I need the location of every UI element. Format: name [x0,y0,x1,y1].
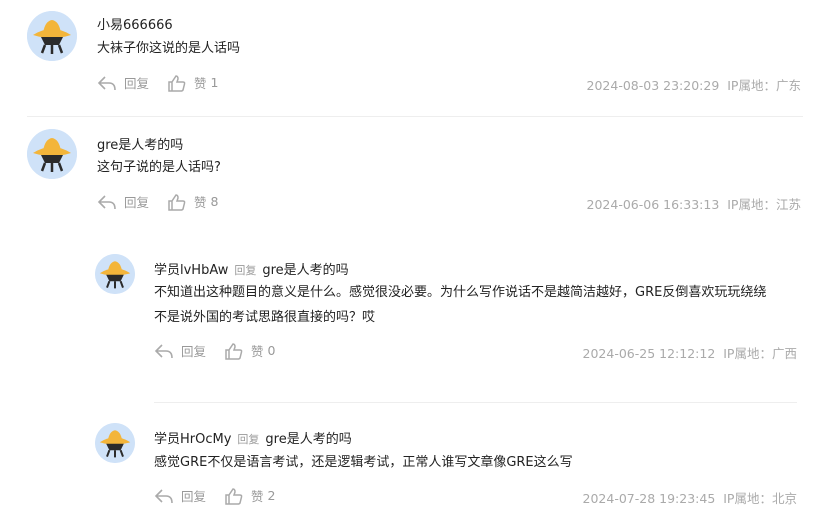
reply-button[interactable]: 回复 [97,73,149,92]
reply-button[interactable]: 回复 [97,192,149,211]
reply-username[interactable]: 学员HrOcMy [154,432,231,447]
reply-meta: 2024-06-25 12:12:12 IP属地：广西 [583,343,797,362]
avatar-hat-icon [27,11,77,61]
reply-icon [154,488,173,503]
reply-text: 不知道出这种题目的意义是什么。感觉很没必要。为什么写作说话不是越简洁越好，GRE… [154,280,766,330]
reply-icon [97,75,116,90]
ip-location: 江苏 [775,197,801,212]
like-button[interactable]: 赞 8 [167,192,218,211]
reply-label: 回复 [181,489,207,504]
ip-location: 北京 [771,491,797,506]
thumbs-up-icon [225,487,243,505]
reply-icon [97,194,116,209]
reply-meta: 2024-07-28 19:23:45 IP属地：北京 [583,488,797,507]
thumbs-up-icon [168,74,186,92]
comment-meta: 2024-08-03 23:20:29 IP属地：广东 [587,75,801,94]
comment-username[interactable]: 小易666666 [97,14,173,33]
reply-header: 学员lvHbAw 回复 gre是人考的吗 [154,259,349,278]
like-button[interactable]: 赞 0 [224,341,275,360]
reply-label: 回复 [124,195,150,210]
like-count: 1 [210,75,219,90]
comment-meta: 2024-06-06 16:33:13 IP属地：江苏 [587,194,801,213]
comment-username[interactable]: gre是人考的吗 [97,134,183,153]
thumbs-up-icon [225,342,243,360]
reply-text-line: 感觉GRE不仅是语言考试，还是逻辑考试，正常人谁写文章像GRE这么写 [154,455,573,470]
like-label: 赞 [194,195,207,210]
like-label: 赞 [251,489,264,504]
avatar[interactable] [27,129,77,179]
avatar[interactable] [95,254,135,294]
like-count: 0 [267,343,276,358]
reply-button[interactable]: 回复 [154,341,206,360]
reply-target-user[interactable]: gre是人考的吗 [265,432,351,447]
reply-header: 学员HrOcMy 回复 gre是人考的吗 [154,428,352,447]
reply-text: 感觉GRE不仅是语言考试，还是逻辑考试，正常人谁写文章像GRE这么写 [154,450,573,475]
avatar-hat-icon [27,129,77,179]
avatar-hat-icon [95,423,135,463]
ip-prefix: IP属地： [723,346,772,361]
reply-to-label: 回复 [234,264,257,277]
reply-button[interactable]: 回复 [154,486,206,505]
timestamp: 2024-07-28 19:23:45 [582,491,716,506]
reply-target-user[interactable]: gre是人考的吗 [262,263,348,278]
reply-text-line: 不知道出这种题目的意义是什么。感觉很没必要。为什么写作说话不是越简洁越好，GRE… [154,285,767,300]
avatar[interactable] [27,11,77,61]
avatar[interactable] [95,423,135,463]
comment-text: 这句子说的是人话吗? [97,160,221,175]
timestamp: 2024-08-03 23:20:29 [586,78,720,93]
ip-prefix: IP属地： [723,491,772,506]
divider [27,116,803,117]
like-button[interactable]: 赞 2 [224,486,275,505]
timestamp: 2024-06-25 12:12:12 [582,346,716,361]
like-count: 8 [210,194,219,209]
reply-label: 回复 [124,76,150,91]
avatar-hat-icon [95,254,135,294]
reply-username[interactable]: 学员lvHbAw [154,263,228,278]
divider [154,402,797,403]
like-label: 赞 [194,76,207,91]
ip-location: 广东 [775,78,801,93]
ip-location: 广西 [771,346,797,361]
timestamp: 2024-06-06 16:33:13 [586,197,720,212]
reply-to-label: 回复 [237,433,260,446]
reply-label: 回复 [181,344,207,359]
reply-text-line: 不是说外国的考试思路很直接的吗？哎 [154,310,376,325]
like-label: 赞 [251,344,264,359]
like-button[interactable]: 赞 1 [167,73,218,92]
reply-icon [154,343,173,358]
comment-text: 大袜子你这说的是人话吗 [97,41,241,56]
like-count: 2 [267,488,276,503]
ip-prefix: IP属地： [727,197,776,212]
ip-prefix: IP属地： [727,78,776,93]
thumbs-up-icon [168,193,186,211]
